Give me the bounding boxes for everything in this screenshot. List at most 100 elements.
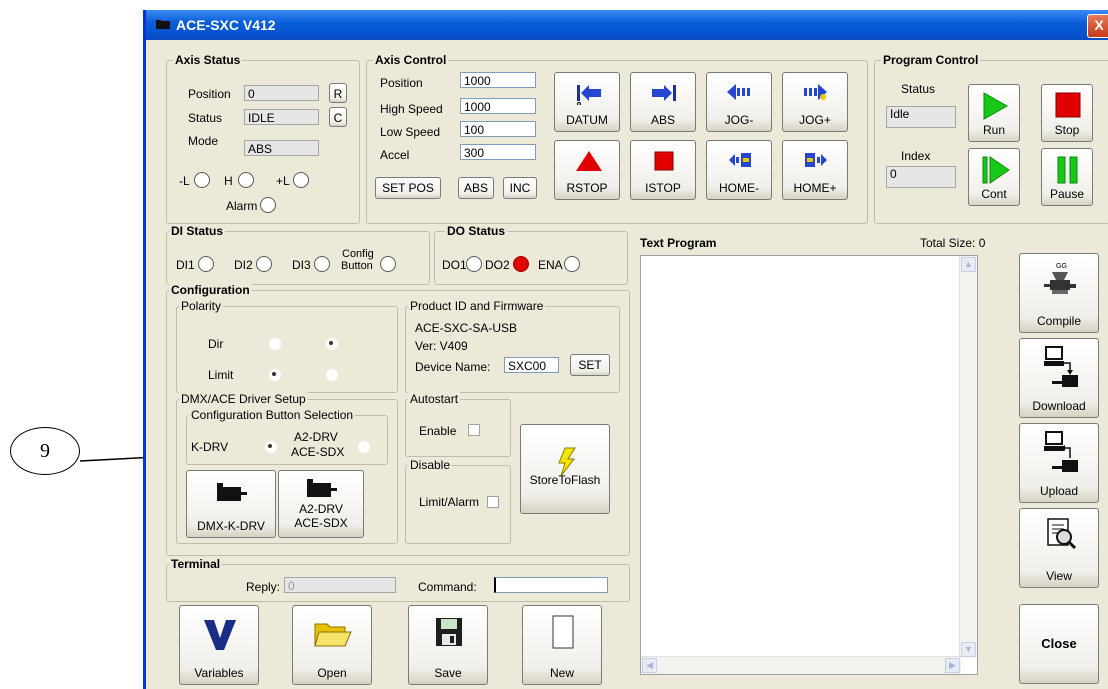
product-id-value: ACE-SXC-SA-USB — [415, 321, 518, 335]
command-input[interactable] — [494, 577, 608, 593]
datum-arrow-icon — [577, 85, 601, 105]
abs-arrow-icon — [652, 85, 676, 101]
dir-normal-radio[interactable] — [269, 338, 281, 350]
scroll-right-arrow[interactable]: ▶ — [945, 658, 960, 673]
a2-drv-label-2: ACE-SDX — [294, 516, 348, 530]
do-status-title: DO Status — [445, 224, 508, 238]
home-minus-button[interactable]: HOME- — [706, 140, 772, 200]
app-icon — [156, 20, 170, 29]
high-speed-input[interactable]: 1000 — [460, 98, 536, 114]
upload-label: Upload — [1039, 484, 1079, 498]
position-label: Position — [188, 87, 231, 101]
datum-label: DATUM — [566, 113, 608, 127]
scroll-left-arrow[interactable]: ◀ — [642, 658, 657, 673]
download-icon — [1044, 346, 1078, 387]
pause-button[interactable]: Pause — [1041, 148, 1093, 206]
datum-button[interactable]: DATUM — [554, 72, 620, 132]
set-pos-button[interactable]: SET POS — [375, 177, 441, 199]
cont-button[interactable]: Cont — [968, 148, 1020, 206]
accel-input[interactable]: 300 — [460, 144, 536, 160]
prog-status-value: Idle — [886, 106, 956, 128]
low-speed-input[interactable]: 100 — [460, 121, 536, 137]
motor-icon — [307, 479, 337, 497]
dmx-k-drv-button[interactable]: DMX-K-DRV — [186, 470, 276, 538]
home-minus-label: HOME- — [719, 181, 759, 195]
autostart-title: Autostart — [408, 392, 461, 406]
high-speed-label: High Speed — [380, 102, 443, 116]
stop-button[interactable]: Stop — [1041, 84, 1093, 142]
view-button[interactable]: View — [1019, 508, 1099, 588]
text-program-editor[interactable]: ▲ ▼ ◀ ▶ — [640, 255, 978, 675]
istop-button[interactable]: ISTOP — [630, 140, 696, 200]
do2-label: DO2 — [485, 258, 510, 272]
abs-move-button[interactable]: ABS — [630, 72, 696, 132]
ena-indicator[interactable] — [564, 256, 580, 272]
open-button[interactable]: Open — [292, 605, 372, 685]
close-button[interactable]: Close — [1019, 604, 1099, 684]
config-button-selection-title: Configuration Button Selection — [189, 408, 356, 422]
home-plus-button[interactable]: HOME+ — [782, 140, 848, 200]
title-bar[interactable]: ACE-SXC V412 X — [146, 10, 1108, 40]
a2drv-label-2: ACE-SDX — [291, 445, 345, 459]
total-size: Total Size: 0 — [920, 236, 986, 250]
a2-drv-button[interactable]: A2-DRV ACE-SDX — [278, 470, 364, 538]
rstop-button[interactable]: RSTOP — [554, 140, 620, 200]
abs-mode-button[interactable]: ABS — [458, 177, 494, 199]
scroll-down-arrow[interactable]: ▼ — [961, 642, 976, 657]
jog-minus-label: JOG- — [724, 113, 754, 127]
config-button-label-2: Button — [341, 260, 373, 272]
limit-alarm-checkbox[interactable] — [487, 496, 499, 508]
jog-plus-button[interactable]: JOG+ — [782, 72, 848, 132]
new-button[interactable]: New — [522, 605, 602, 685]
do1-indicator[interactable] — [466, 256, 482, 272]
kdrv-radio[interactable] — [265, 441, 277, 453]
dmx-k-drv-label: DMX-K-DRV — [197, 519, 265, 533]
stop-square-icon — [1055, 92, 1081, 118]
limit-invert-radio[interactable] — [326, 369, 338, 381]
run-play-icon — [983, 92, 1009, 120]
save-label: Save — [434, 666, 462, 680]
save-disk-icon — [436, 618, 462, 646]
di2-label: DI2 — [234, 258, 253, 272]
variables-button[interactable]: Variables — [179, 605, 259, 685]
terminal-title: Terminal — [169, 557, 223, 571]
upload-icon — [1044, 431, 1078, 472]
status-label: Status — [188, 111, 223, 125]
save-button[interactable]: Save — [408, 605, 488, 685]
horizontal-scrollbar[interactable]: ◀ ▶ — [641, 656, 961, 674]
scroll-up-arrow[interactable]: ▲ — [961, 257, 976, 272]
device-name-set-button[interactable]: SET — [570, 354, 610, 376]
disable-title: Disable — [408, 458, 453, 472]
motor-icon — [217, 483, 247, 501]
firmware-version: Ver: V409 — [415, 339, 468, 353]
alarm-indicator — [260, 197, 276, 213]
ctrl-position-input[interactable]: 1000 — [460, 72, 536, 88]
abs-move-label: ABS — [650, 113, 675, 127]
di1-label: DI1 — [176, 258, 195, 272]
di2-indicator — [256, 256, 272, 272]
window-close-button[interactable]: X — [1087, 14, 1108, 38]
clear-button[interactable]: C — [329, 107, 347, 127]
store-to-flash-label: StoreToFlash — [529, 473, 601, 487]
autostart-enable-checkbox[interactable] — [468, 424, 480, 436]
device-name-input[interactable]: SXC00 — [504, 357, 559, 373]
product-id-title: Product ID and Firmware — [408, 299, 546, 313]
jog-plus-label: JOG+ — [799, 113, 831, 127]
a2drv-radio[interactable] — [358, 441, 370, 453]
ena-label: ENA — [538, 258, 563, 272]
reset-position-button[interactable]: R — [329, 83, 347, 103]
device-name-label: Device Name: — [415, 360, 491, 374]
compile-button[interactable]: GG Compile — [1019, 253, 1099, 333]
run-button[interactable]: Run — [968, 84, 1020, 142]
limit-normal-radio[interactable] — [269, 369, 281, 381]
upload-button[interactable]: Upload — [1019, 423, 1099, 503]
dir-invert-radio[interactable] — [326, 338, 338, 350]
vertical-scrollbar[interactable]: ▲ ▼ — [959, 256, 977, 658]
download-button[interactable]: Download — [1019, 338, 1099, 418]
dir-label: Dir — [208, 337, 224, 351]
store-to-flash-button[interactable]: StoreToFlash — [520, 424, 610, 514]
inc-mode-button[interactable]: INC — [503, 177, 537, 199]
jog-minus-button[interactable]: JOG- — [706, 72, 772, 132]
do2-indicator[interactable] — [513, 256, 529, 272]
position-value: 0 — [244, 85, 319, 101]
